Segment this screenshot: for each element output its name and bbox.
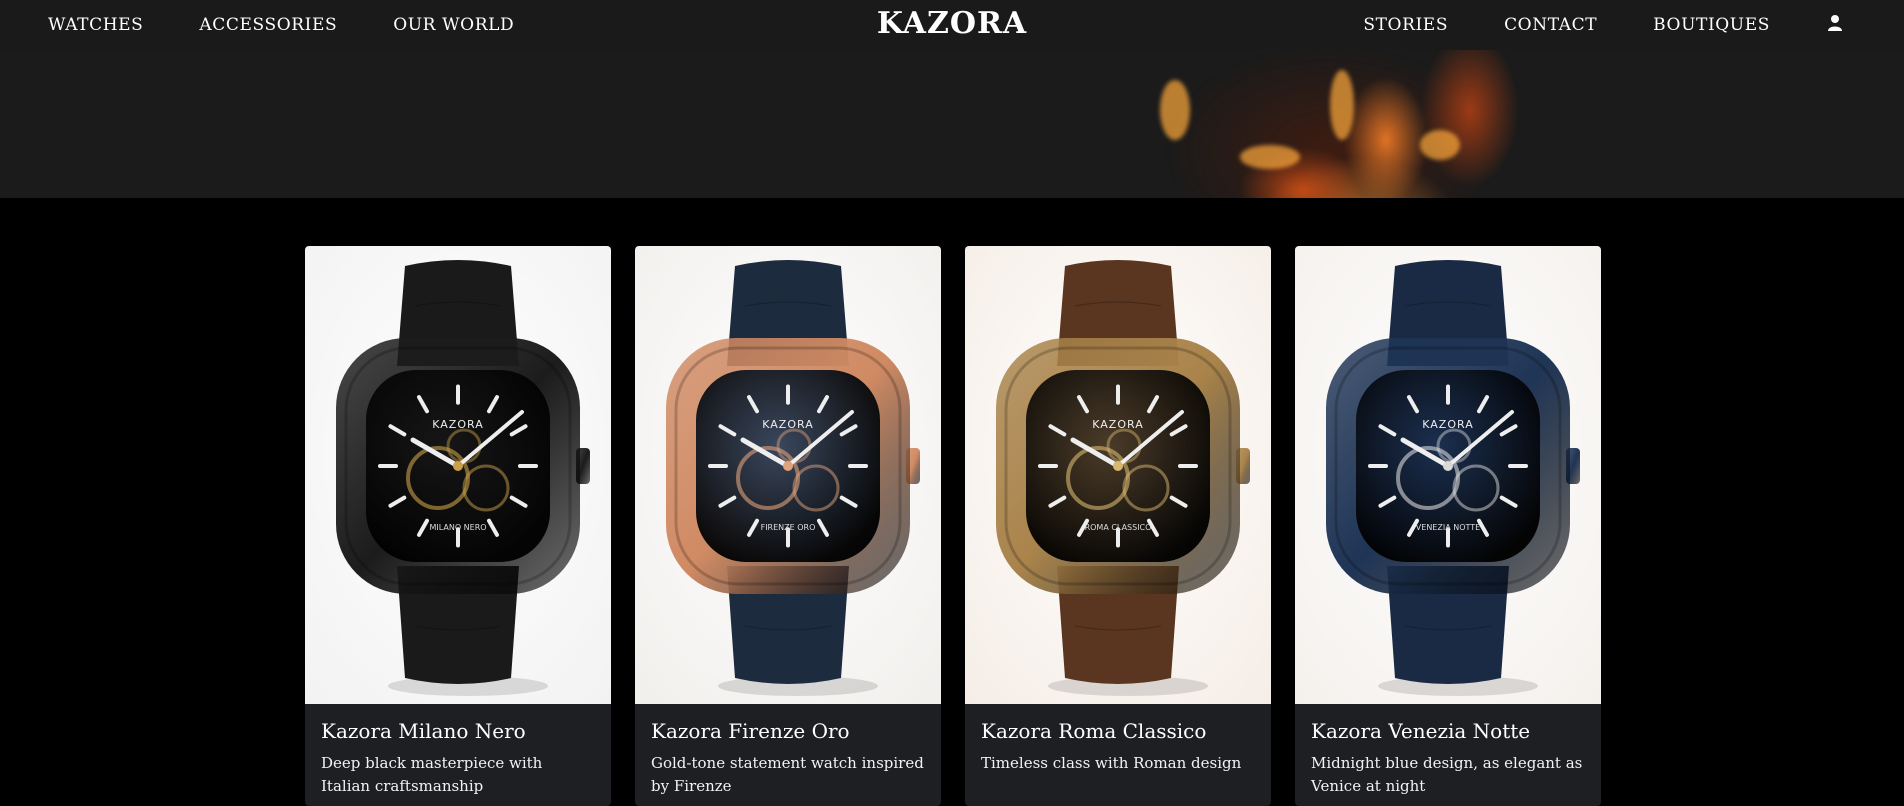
dial-brand-text: KAZORA bbox=[432, 418, 483, 431]
top-navigation: WATCHES ACCESSORIES OUR WORLD KAZORA STO… bbox=[0, 0, 1904, 50]
dial-model-text: MILANO NERO bbox=[429, 523, 486, 532]
account-button[interactable] bbox=[1826, 14, 1844, 37]
product-name[interactable]: Kazora Roma Classico bbox=[981, 718, 1255, 744]
nav-contact[interactable]: CONTACT bbox=[1504, 15, 1597, 35]
product-card-body: Kazora Firenze Oro Gold-tone statement w… bbox=[635, 704, 941, 798]
product-card-body: Kazora Roma Classico Timeless class with… bbox=[965, 704, 1271, 775]
product-description: Midnight blue design, as elegant as Veni… bbox=[1311, 754, 1583, 795]
watch-image: KAZORA MILANO NERO bbox=[305, 246, 611, 704]
product-card-body: Kazora Milano Nero Deep black masterpiec… bbox=[305, 704, 611, 798]
watch-image: KAZORA ROMA CLASSICO bbox=[965, 246, 1271, 704]
product-grid: KAZORA MILANO NERO Kazora Milano Nero Dee… bbox=[305, 246, 1601, 806]
dial-brand-text: KAZORA bbox=[762, 418, 813, 431]
secondary-nav: STORIES CONTACT BOUTIQUES bbox=[1363, 0, 1844, 50]
dial-brand-text: KAZORA bbox=[1422, 418, 1473, 431]
dial-model-text: VENEZIA NOTTE bbox=[1416, 523, 1480, 532]
fire-background-image bbox=[1050, 50, 1610, 198]
product-card[interactable]: KAZORA ROMA CLASSICO Kazora Roma Classico… bbox=[965, 246, 1271, 806]
product-name[interactable]: Kazora Firenze Oro bbox=[651, 718, 925, 744]
dial-model-text: FIRENZE ORO bbox=[761, 523, 816, 532]
dial-model-text: ROMA CLASSICO bbox=[1085, 523, 1152, 532]
nav-boutiques[interactable]: BOUTIQUES bbox=[1653, 15, 1770, 35]
product-name[interactable]: Kazora Venezia Notte bbox=[1311, 718, 1585, 744]
product-description: Timeless class with Roman design bbox=[981, 754, 1242, 772]
hero-banner bbox=[0, 50, 1904, 198]
watch-image: KAZORA FIRENZE ORO bbox=[635, 246, 941, 704]
product-card-body: Kazora Venezia Notte Midnight blue desig… bbox=[1295, 704, 1601, 798]
dial-brand-text: KAZORA bbox=[1092, 418, 1143, 431]
product-card[interactable]: KAZORA FIRENZE ORO Kazora Firenze Oro Gol… bbox=[635, 246, 941, 806]
product-card[interactable]: KAZORA MILANO NERO Kazora Milano Nero Dee… bbox=[305, 246, 611, 806]
nav-stories[interactable]: STORIES bbox=[1363, 15, 1448, 35]
product-card[interactable]: KAZORA VENEZIA NOTTE Kazora Venezia Notte… bbox=[1295, 246, 1601, 806]
product-description: Gold-tone statement watch inspired by Fi… bbox=[651, 754, 924, 795]
user-icon bbox=[1828, 14, 1842, 31]
watch-image: KAZORA VENEZIA NOTTE bbox=[1295, 246, 1601, 704]
product-description: Deep black masterpiece with Italian craf… bbox=[321, 754, 543, 795]
product-name[interactable]: Kazora Milano Nero bbox=[321, 718, 595, 744]
